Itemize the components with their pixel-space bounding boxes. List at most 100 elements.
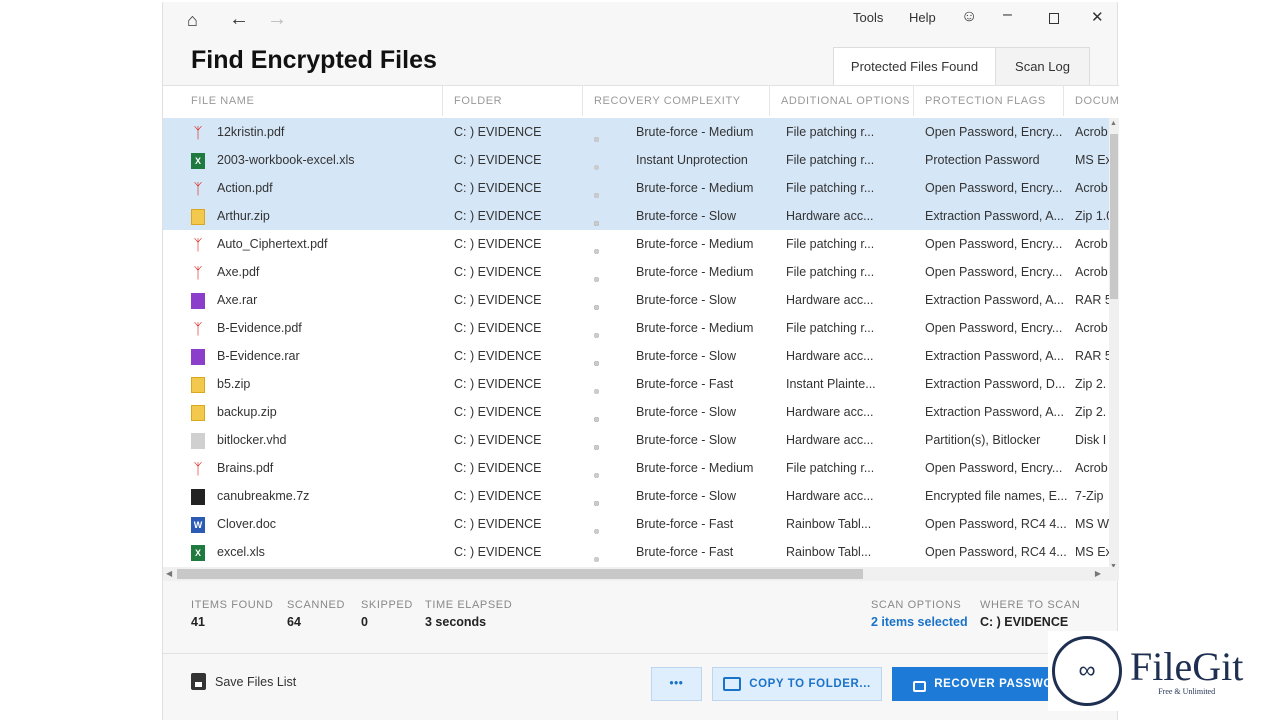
protection-flags: Extraction Password, A... (925, 209, 1064, 223)
protection-flags: Open Password, RC4 4... (925, 545, 1067, 559)
filegit-watermark: ∞ FileGit Free & Unlimited (1048, 631, 1270, 711)
back-arrow-icon[interactable]: ← (229, 8, 249, 31)
table-row[interactable]: canubreakme.7z C: ) EVIDENCE Brute-force… (163, 482, 1109, 510)
table-row[interactable]: backup.zip C: ) EVIDENCE Brute-force - S… (163, 398, 1109, 426)
additional-options: Hardware acc... (786, 293, 874, 307)
folder: C: ) EVIDENCE (454, 265, 542, 279)
scan-options-link[interactable]: 2 items selected (871, 615, 968, 629)
unlock-icon (913, 681, 927, 692)
recovery-complexity: Brute-force - Slow (636, 349, 737, 363)
document-type: RAR 5 (1075, 349, 1112, 363)
protection-flags: Open Password, RC4 4... (925, 517, 1067, 531)
folder: C: ) EVIDENCE (454, 377, 542, 391)
protection-flags: Encrypted file names, E... (925, 489, 1068, 503)
file-name: 2003-workbook-excel.xls (217, 153, 355, 167)
complexity-dot (594, 165, 599, 170)
maximize-icon[interactable] (1049, 13, 1059, 24)
recovery-complexity: Brute-force - Medium (636, 125, 754, 139)
minimize-icon[interactable]: – (1003, 6, 1012, 24)
column-header-file-name[interactable]: FILE NAME (191, 95, 254, 107)
recovery-complexity: Instant Unprotection (636, 153, 748, 167)
table-row[interactable]: X excel.xls C: ) EVIDENCE Brute-force - … (163, 538, 1112, 566)
document-type: MS W (1075, 517, 1110, 531)
table-row[interactable]: Axe.rar C: ) EVIDENCE Brute-force - Slow… (163, 286, 1112, 314)
xls-file-icon: X (191, 153, 205, 169)
table-row[interactable]: ᛉ Action.pdf C: ) EVIDENCE Brute-force -… (163, 174, 1109, 202)
table-row[interactable]: X 2003-workbook-excel.xls C: ) EVIDENCE … (163, 146, 1112, 174)
tab-protected-files-found[interactable]: Protected Files Found (833, 47, 996, 85)
vhd-file-icon (191, 433, 205, 449)
files-table: FILE NAME FOLDER RECOVERY COMPLEXITY ADD… (163, 85, 1119, 569)
pdf-file-icon: ᛉ (193, 320, 203, 338)
time-elapsed-value: 3 seconds (425, 615, 487, 629)
zip-file-icon (191, 405, 205, 421)
additional-options: File patching r... (786, 181, 875, 195)
save-files-list-button[interactable]: Save Files List (191, 673, 296, 690)
additional-options: Hardware acc... (786, 433, 874, 447)
document-type: MS Ex (1075, 545, 1112, 559)
document-type: Acrob (1075, 181, 1108, 195)
help-menu[interactable]: Help (909, 10, 936, 25)
complexity-dot (594, 277, 599, 282)
more-options-button[interactable]: ••• (651, 667, 702, 701)
table-row[interactable]: W Clover.doc C: ) EVIDENCE Brute-force -… (163, 510, 1109, 538)
column-header-folder[interactable]: FOLDER (454, 95, 502, 107)
app-window: ⌂ ← → Tools Help ☺ – ✕ Find Encrypted Fi… (162, 2, 1119, 720)
table-row[interactable]: ᛉ B-Evidence.pdf C: ) EVIDENCE Brute-for… (163, 314, 1109, 342)
column-header-document[interactable]: DOCUME (1075, 95, 1119, 107)
table-row[interactable]: ᛉ 12kristin.pdf C: ) EVIDENCE Brute-forc… (163, 118, 1109, 146)
document-type: Zip 1.0 (1075, 209, 1114, 223)
table-row[interactable]: B-Evidence.rar C: ) EVIDENCE Brute-force… (163, 342, 1112, 370)
table-row[interactable]: bitlocker.vhd C: ) EVIDENCE Brute-force … (163, 426, 1109, 454)
complexity-dot (594, 361, 599, 366)
forward-arrow-icon[interactable]: → (267, 8, 287, 31)
additional-options: Instant Plainte... (786, 377, 876, 391)
file-name: bitlocker.vhd (217, 433, 287, 447)
document-type: MS Ex (1075, 153, 1112, 167)
file-name: Clover.doc (217, 517, 277, 531)
file-name: Axe.rar (217, 293, 258, 307)
table-row[interactable]: ᛉ Axe.pdf C: ) EVIDENCE Brute-force - Me… (163, 258, 1109, 286)
additional-options: File patching r... (786, 125, 875, 139)
tools-menu[interactable]: Tools (853, 10, 883, 25)
complexity-dot (594, 193, 599, 198)
folder: C: ) EVIDENCE (454, 489, 542, 503)
folder: C: ) EVIDENCE (454, 349, 542, 363)
scanned-value: 64 (287, 615, 301, 629)
table-row[interactable]: Arthur.zip C: ) EVIDENCE Brute-force - S… (163, 202, 1113, 230)
where-to-scan-value: C: ) EVIDENCE (980, 615, 1069, 629)
column-header-recovery-complexity[interactable]: RECOVERY COMPLEXITY (594, 95, 741, 107)
table-row[interactable]: b5.zip C: ) EVIDENCE Brute-force - Fast … (163, 370, 1109, 398)
additional-options: Hardware acc... (786, 489, 874, 503)
document-type: Acrob (1075, 321, 1108, 335)
protection-flags: Extraction Password, A... (925, 405, 1064, 419)
feedback-smiley-icon[interactable]: ☺ (961, 8, 977, 26)
file-name: Arthur.zip (217, 209, 270, 223)
close-icon[interactable]: ✕ (1091, 8, 1104, 26)
recovery-complexity: Brute-force - Medium (636, 181, 754, 195)
file-name: 12kristin.pdf (217, 125, 285, 139)
pdf-file-icon: ᛉ (193, 460, 203, 478)
table-row[interactable]: ᛉ Brains.pdf C: ) EVIDENCE Brute-force -… (163, 454, 1109, 482)
vertical-scrollbar[interactable]: ▲ ▼ (1109, 118, 1119, 569)
scan-options-label: SCAN OPTIONS (871, 599, 962, 611)
table-row[interactable]: ᛉ Auto_Ciphertext.pdf C: ) EVIDENCE Brut… (163, 230, 1109, 258)
folder: C: ) EVIDENCE (454, 209, 542, 223)
protection-flags: Open Password, Encry... (925, 321, 1063, 335)
file-name: backup.zip (217, 405, 277, 419)
folder: C: ) EVIDENCE (454, 433, 542, 447)
recovery-complexity: Brute-force - Fast (636, 545, 734, 559)
complexity-dot (594, 557, 599, 562)
file-name: excel.xls (217, 545, 265, 559)
copy-to-folder-button[interactable]: COPY TO FOLDER... (712, 667, 882, 701)
horizontal-scrollbar[interactable]: ◀ ▶ (163, 567, 1119, 581)
file-name: Axe.pdf (217, 265, 260, 279)
recovery-complexity: Brute-force - Slow (636, 293, 737, 307)
home-icon[interactable]: ⌂ (187, 10, 198, 31)
column-header-additional-options[interactable]: ADDITIONAL OPTIONS (781, 95, 910, 107)
column-header-protection-flags[interactable]: PROTECTION FLAGS (925, 95, 1046, 107)
additional-options: File patching r... (786, 153, 875, 167)
tab-scan-log[interactable]: Scan Log (995, 47, 1090, 85)
folder: C: ) EVIDENCE (454, 545, 542, 559)
protection-flags: Open Password, Encry... (925, 461, 1063, 475)
